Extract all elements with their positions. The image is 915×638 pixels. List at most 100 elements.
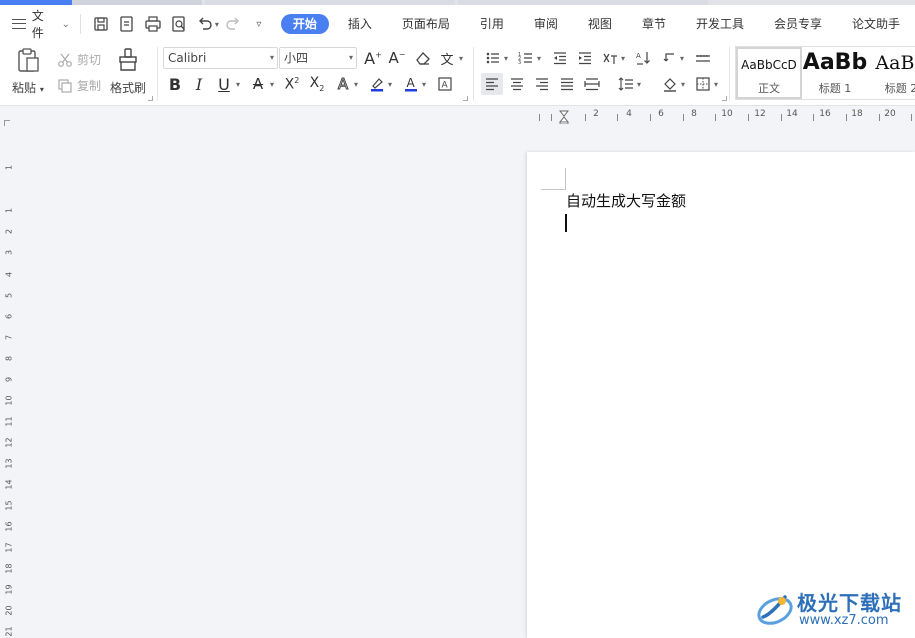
tab-chapter[interactable]: 章节	[627, 14, 681, 34]
ruler-toggle[interactable]	[4, 120, 10, 126]
shading-button[interactable]	[659, 73, 681, 95]
format-painter-icon	[119, 48, 137, 71]
tab-member[interactable]: 会员专享	[759, 14, 837, 34]
tab-developer[interactable]: 开发工具	[681, 14, 759, 34]
align-right-button[interactable]	[531, 73, 553, 95]
style-preview: AaBb	[802, 50, 868, 75]
clear-formatting-button[interactable]	[412, 47, 434, 69]
copy-button[interactable]: 复制	[57, 77, 101, 94]
cut-button[interactable]: 剪切	[57, 51, 101, 68]
text-effect-button[interactable]: A	[332, 73, 354, 95]
undo-dropdown-icon[interactable]: ▾	[215, 20, 219, 29]
style-heading-1[interactable]: AaBb 标题 1	[802, 47, 868, 99]
horizontal-ruler[interactable]: 2 4 6 8 10 12 14 16 18 20	[527, 108, 915, 126]
bold-button[interactable]: B	[164, 73, 186, 95]
document-text[interactable]: 自动生成大写金额	[566, 190, 686, 211]
ruler-number: 16	[4, 521, 14, 532]
chevron-down-icon[interactable]: ▾	[621, 54, 625, 63]
document-page[interactable]: 自动生成大写金额	[527, 152, 915, 638]
line-spacing-button[interactable]	[615, 73, 637, 95]
chevron-down-icon[interactable]: ▾	[504, 54, 508, 63]
ruler-number: 4	[4, 271, 14, 278]
tab-review[interactable]: 审阅	[519, 14, 573, 34]
ruler-number: 20	[4, 605, 14, 616]
save-button[interactable]	[89, 12, 113, 36]
undo-button[interactable]	[193, 12, 217, 36]
text-effect-icon: A	[337, 75, 349, 94]
ruler-tick	[879, 114, 880, 121]
chevron-down-icon[interactable]: ▾	[537, 54, 541, 63]
highlight-button[interactable]	[366, 73, 388, 95]
superscript-button[interactable]: X2	[281, 73, 303, 95]
subscript-button[interactable]: X2	[306, 73, 328, 95]
ruler-number: 10	[721, 109, 733, 119]
ruler-tick	[813, 114, 814, 121]
font-group-launcher[interactable]	[463, 96, 468, 101]
ruler-number: 17	[4, 542, 14, 553]
font-size-combo[interactable]: 小四 ▾	[279, 47, 357, 69]
justify-button[interactable]	[556, 73, 578, 95]
character-border-icon: A	[438, 77, 452, 91]
increase-indent-button[interactable]	[574, 47, 596, 69]
align-right-icon	[536, 78, 548, 91]
underline-button[interactable]: U	[213, 73, 235, 95]
paste-button[interactable]: 粘贴 ▾	[12, 47, 44, 96]
distributed-align-button[interactable]	[581, 73, 603, 95]
chevron-down-icon: ▾	[348, 53, 353, 62]
font-name-combo[interactable]: Calibri ▾	[163, 47, 278, 69]
align-left-button[interactable]	[481, 73, 503, 95]
style-heading-2[interactable]: AaBb 标题 2	[868, 47, 915, 99]
italic-button[interactable]: I	[188, 73, 210, 95]
show-hide-marks-button[interactable]	[658, 47, 680, 69]
increase-font-size-button[interactable]: A+	[362, 47, 384, 69]
tab-references[interactable]: 引用	[465, 14, 519, 34]
phonetic-icon: 文	[440, 52, 454, 68]
borders-button[interactable]	[692, 73, 714, 95]
group-separator	[473, 47, 474, 101]
character-border-button[interactable]: A	[434, 73, 456, 95]
format-painter-button[interactable]: 格式刷	[110, 47, 146, 96]
chevron-down-icon[interactable]: ▾	[714, 80, 718, 89]
file-menu-label: 文件	[31, 9, 44, 40]
redo-icon	[226, 17, 239, 30]
chevron-down-icon[interactable]: ▾	[422, 80, 426, 89]
indent-marker-icon[interactable]	[559, 110, 569, 124]
strikethrough-button[interactable]: A	[247, 73, 269, 95]
distributed-text-icon	[696, 55, 710, 62]
customize-toolbar-button[interactable]: ▿	[247, 12, 271, 36]
chevron-down-icon[interactable]: ▾	[680, 54, 684, 63]
font-color-button[interactable]: A	[400, 73, 422, 95]
tab-thesis-assistant[interactable]: 论文助手	[837, 14, 915, 34]
text-box-grid-button[interactable]	[692, 47, 714, 69]
align-center-button[interactable]	[506, 73, 528, 95]
chinese-layout-button[interactable]	[599, 47, 621, 69]
chevron-down-icon[interactable]: ▾	[354, 80, 358, 89]
numbered-list-button[interactable]: 123	[515, 47, 537, 69]
tab-home[interactable]: 开始	[280, 14, 329, 34]
site-watermark: 极光下载站 www.xz7.com	[755, 587, 915, 633]
bullet-list-button[interactable]	[482, 47, 504, 69]
chevron-down-icon[interactable]: ▾	[270, 80, 274, 89]
file-menu-button[interactable]: 文件 ⌄	[0, 9, 76, 40]
chevron-down-icon[interactable]: ▾	[681, 80, 685, 89]
redo-button[interactable]	[221, 12, 245, 36]
chevron-down-icon[interactable]: ▾	[459, 54, 463, 63]
decrease-indent-button[interactable]	[549, 47, 571, 69]
sort-button[interactable]: A	[633, 47, 655, 69]
chevron-down-icon[interactable]: ▾	[637, 80, 641, 89]
export-pdf-button[interactable]	[115, 12, 139, 36]
print-button[interactable]	[141, 12, 165, 36]
export-icon	[120, 16, 133, 32]
tab-view[interactable]: 视图	[573, 14, 627, 34]
style-normal[interactable]: AaBbCcD 正文	[736, 47, 802, 99]
decrease-font-size-button[interactable]: A−	[386, 47, 408, 69]
paragraph-group-launcher[interactable]	[722, 96, 727, 101]
vertical-ruler[interactable]: 1 1 2 3 4 5 6 7 8 9 10 11 12 13 14 15 16…	[0, 130, 16, 638]
chevron-down-icon[interactable]: ▾	[236, 80, 240, 89]
clipboard-group-launcher[interactable]	[148, 96, 153, 101]
tab-insert[interactable]: 插入	[333, 14, 387, 34]
phonetic-guide-button[interactable]: 文	[436, 47, 458, 69]
tab-page-layout[interactable]: 页面布局	[387, 14, 465, 34]
chevron-down-icon[interactable]: ▾	[388, 80, 392, 89]
print-preview-button[interactable]	[167, 12, 191, 36]
